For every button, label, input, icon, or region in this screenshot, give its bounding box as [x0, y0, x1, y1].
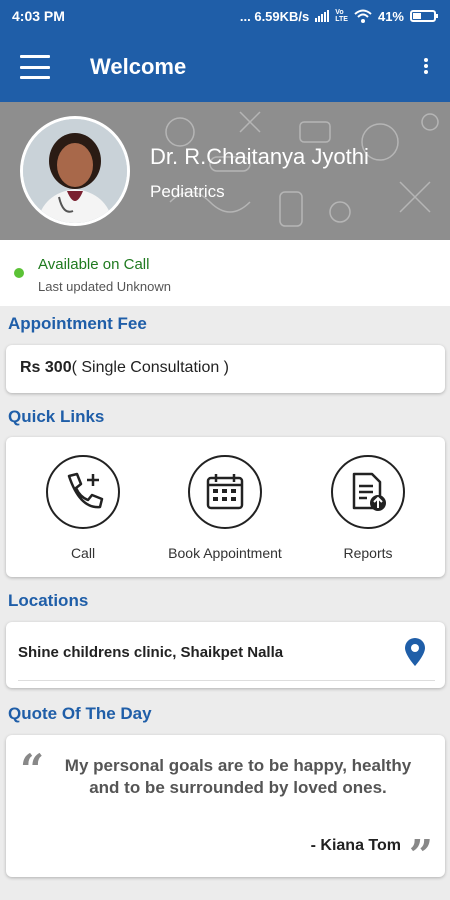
availability-updated: Last updated Unknown — [38, 279, 171, 294]
reports-label: Reports — [343, 545, 393, 561]
profile-header: Dr. R.Chaitanya Jyothi Pediatrics — [0, 102, 450, 240]
doctor-photo — [23, 119, 127, 223]
doctor-specialty: Pediatrics — [150, 182, 225, 201]
more-options-icon[interactable] — [424, 58, 428, 74]
quote-open-icon: “ — [20, 745, 45, 794]
report-upload-icon — [331, 455, 405, 529]
quote-close-icon: ” — [408, 831, 433, 880]
wifi-icon — [354, 9, 372, 23]
network-speed: ... 6.59KB/s — [239, 8, 310, 24]
fee-card: Rs 300( Single Consultation ) — [6, 345, 445, 393]
signal-icon — [315, 10, 330, 22]
menu-icon[interactable] — [20, 55, 50, 79]
status-time: 4:03 PM — [12, 8, 65, 24]
locations-title: Locations — [8, 591, 89, 610]
status-dot-icon — [14, 268, 24, 278]
call-label: Call — [70, 545, 96, 561]
quote-card: “ My personal goals are to be happy, hea… — [6, 735, 445, 880]
volte-icon: Vo LTE — [335, 9, 348, 23]
divider — [18, 680, 435, 681]
fee-description: ( Single Consultation ) — [71, 359, 230, 376]
call-link[interactable]: Call — [8, 455, 158, 561]
quick-links-title: Quick Links — [8, 407, 105, 426]
book-appointment-label: Book Appointment — [168, 545, 282, 561]
battery-percent: 41% — [377, 8, 404, 24]
fee-text: Rs 300( Single Consultation ) — [20, 359, 229, 377]
app-bar: Welcome — [0, 32, 450, 102]
fee-amount: Rs 300 — [20, 359, 72, 376]
quote-author: - Kiana Tom — [310, 837, 401, 854]
quick-links-card: Call Book Appointment Reports — [6, 437, 445, 577]
doctor-name: Dr. R.Chaitanya Jyothi — [150, 144, 369, 169]
status-icons: ... 6.59KB/s Vo LTE 41% — [239, 8, 438, 24]
battery-level — [413, 13, 422, 19]
availability-status: Available on Call — [38, 256, 150, 273]
status-bar: 4:03 PM ... 6.59KB/s Vo LTE 41% — [0, 0, 450, 32]
app-bar-title: Welcome — [90, 54, 187, 79]
doctor-avatar — [20, 116, 130, 226]
location-name: Shine childrens clinic, Shaikpet Nalla — [18, 644, 284, 661]
battery-icon — [410, 10, 438, 22]
availability-panel: Available on Call Last updated Unknown — [0, 240, 450, 306]
map-pin-icon[interactable] — [405, 638, 425, 666]
book-appointment-link[interactable]: Book Appointment — [150, 455, 300, 561]
phone-plus-icon — [46, 455, 120, 529]
quote-section-title: Quote Of The Day — [8, 704, 152, 723]
calendar-icon — [188, 455, 262, 529]
location-card[interactable]: Shine childrens clinic, Shaikpet Nalla — [6, 622, 445, 688]
quote-text: My personal goals are to be happy, healt… — [64, 756, 412, 797]
fee-section-title: Appointment Fee — [8, 314, 147, 333]
reports-link[interactable]: Reports — [293, 455, 443, 561]
